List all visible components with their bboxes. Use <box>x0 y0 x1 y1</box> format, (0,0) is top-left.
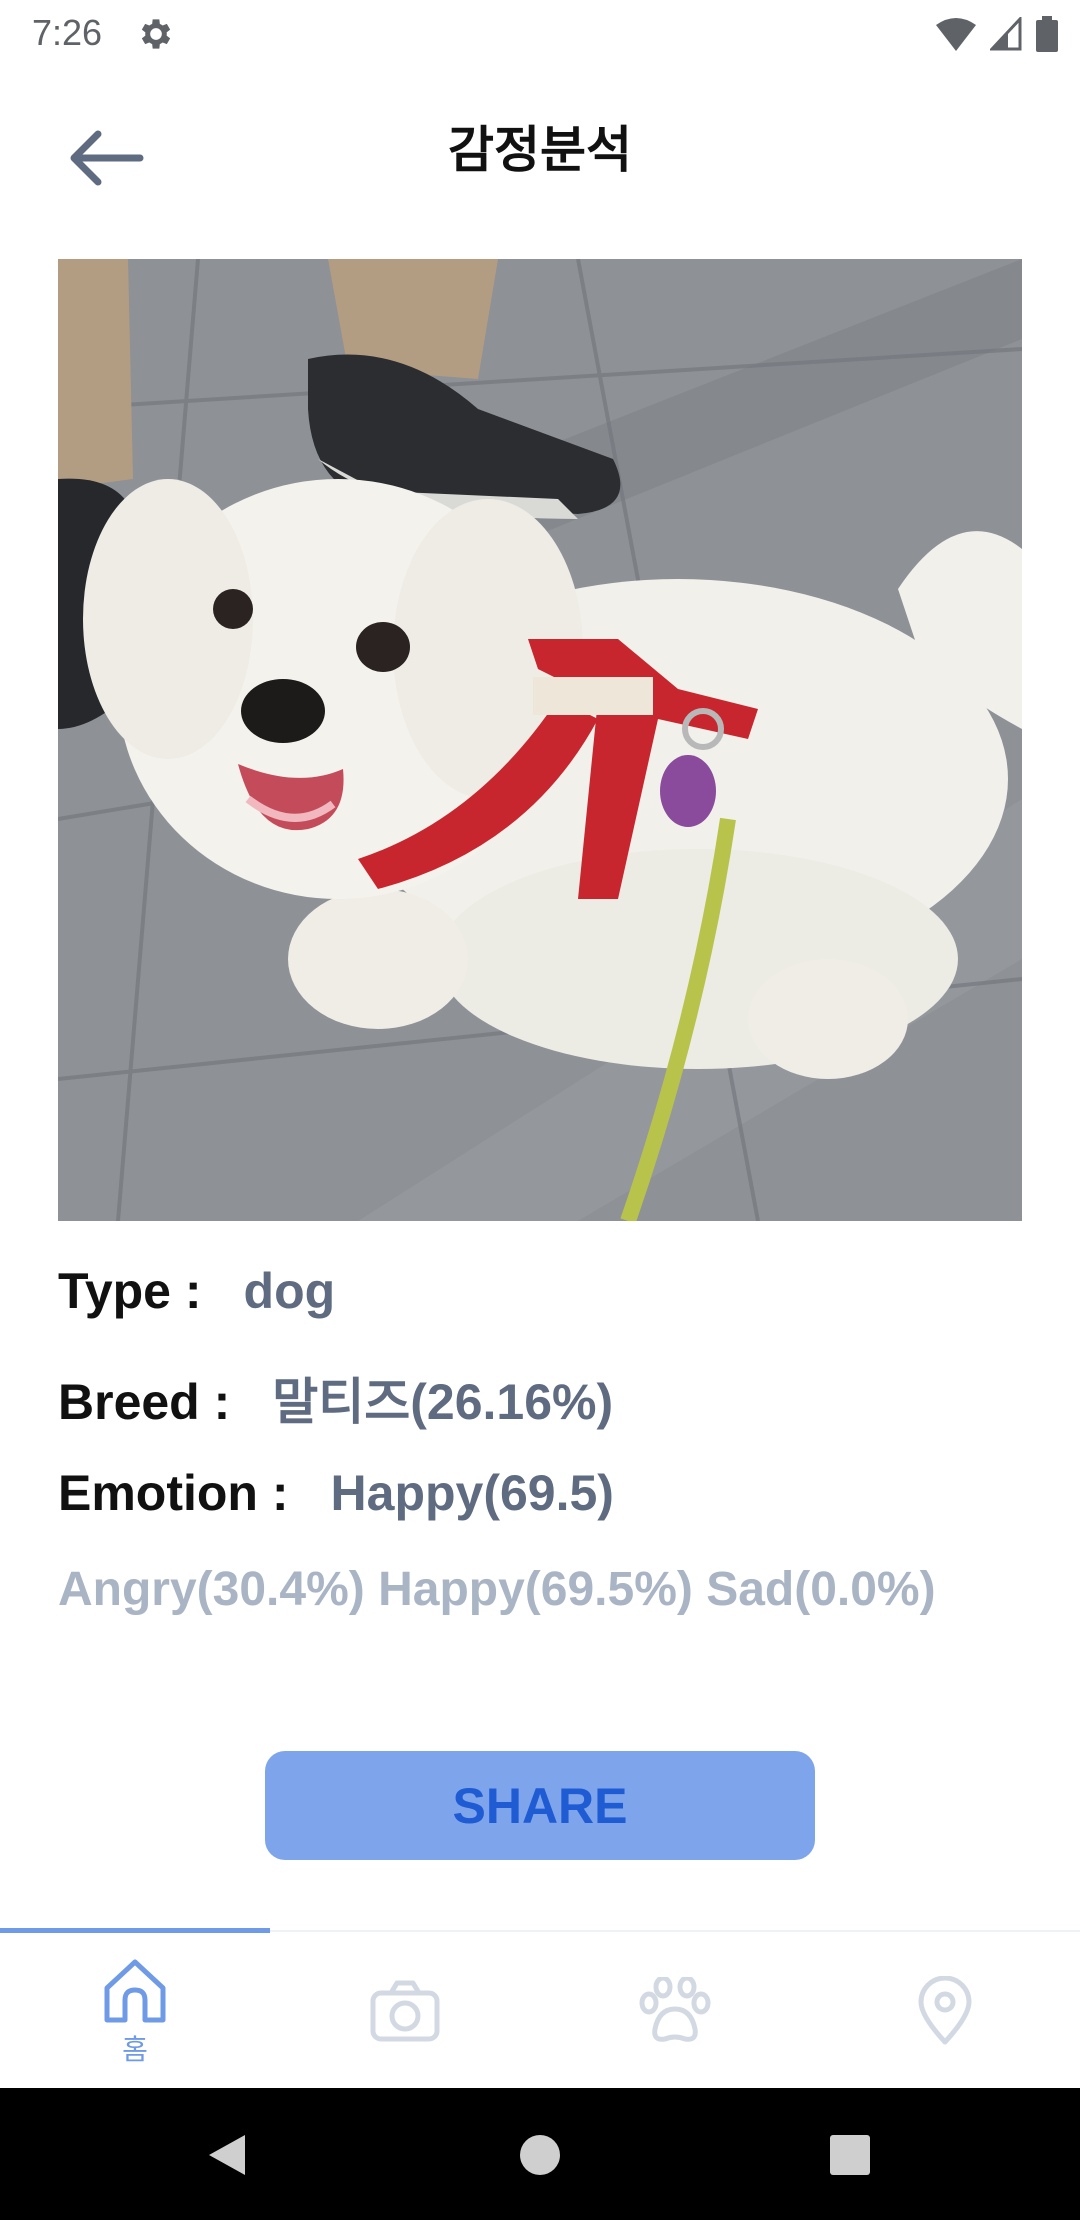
paw-icon <box>639 1977 711 2042</box>
type-row: Type : dog <box>58 1262 335 1320</box>
emotion-value: Happy(69.5) <box>330 1465 614 1521</box>
emotion-label: Emotion : <box>58 1465 289 1521</box>
tab-location[interactable] <box>810 1932 1080 2090</box>
circle-home-icon <box>520 2135 560 2175</box>
camera-icon <box>370 1980 440 2042</box>
type-label: Type : <box>58 1263 202 1319</box>
emotion-probabilities: Angry(30.4%) Happy(69.5%) Sad(0.0%) <box>58 1563 936 1616</box>
page-title: 감정분석 <box>448 122 632 178</box>
tab-camera[interactable] <box>270 1932 540 2090</box>
nav-home-button[interactable] <box>495 2110 585 2200</box>
square-recents-icon <box>830 2135 870 2175</box>
location-pin-icon <box>918 1976 972 2045</box>
share-button-label: SHARE <box>452 1777 628 1834</box>
status-icons <box>936 14 1058 54</box>
type-value: dog <box>243 1263 336 1319</box>
tab-paw[interactable] <box>540 1932 810 2090</box>
bottom-tab-bar: 홈 <box>0 1928 1080 2090</box>
app-bar: 감정분석 <box>0 66 1080 226</box>
status-bar: 7:26 <box>0 0 1080 66</box>
home-icon <box>104 1959 166 2023</box>
share-button[interactable]: SHARE <box>265 1751 815 1860</box>
status-time: 7:26 <box>32 12 103 53</box>
breed-value: 말티즈(26.16%) <box>272 1374 614 1430</box>
settings-gear-icon <box>141 19 171 49</box>
breed-row: Breed : 말티즈(26.16%) <box>58 1362 613 1434</box>
nav-recents-button[interactable] <box>805 2110 895 2200</box>
triangle-back-icon <box>209 2135 245 2175</box>
system-nav-bar <box>0 2088 1080 2220</box>
tab-home-label: 홈 <box>122 2034 148 2065</box>
tab-home[interactable]: 홈 <box>0 1932 270 2090</box>
pet-photo <box>58 259 1022 1221</box>
breed-label: Breed : <box>58 1374 231 1430</box>
cell-signal-icon <box>990 17 1022 51</box>
wifi-icon <box>936 18 976 51</box>
emotion-row: Emotion : Happy(69.5) <box>58 1464 614 1522</box>
battery-icon <box>1036 16 1058 52</box>
nav-back-button[interactable] <box>182 2110 272 2200</box>
